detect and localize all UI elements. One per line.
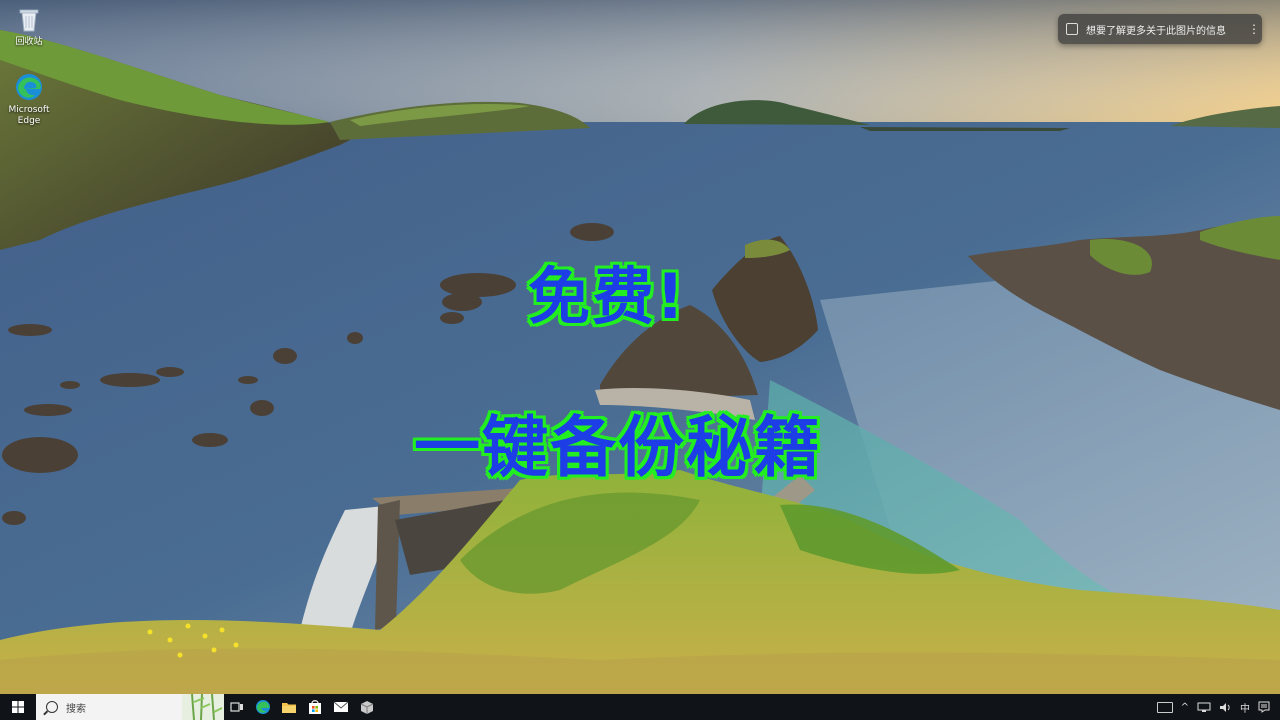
- camera-lens-icon: [1066, 23, 1078, 35]
- file-explorer-icon: [282, 703, 296, 713]
- desktop-icon-label: 回收站: [15, 37, 43, 47]
- desktop-icon-label: Microsoft Edge: [8, 105, 50, 126]
- desktop-icon-edge[interactable]: Microsoft Edge: [6, 72, 52, 127]
- touch-keyboard-button[interactable]: [1156, 701, 1173, 713]
- spotlight-info-popup[interactable]: 想要了解更多关于此图片的信息 ⋮: [1058, 14, 1262, 44]
- input-method-indicator[interactable]: 中: [1240, 700, 1250, 715]
- start-button[interactable]: [0, 694, 36, 720]
- taskbar-package-button[interactable]: [354, 694, 380, 720]
- task-view-icon: [230, 702, 243, 712]
- keyboard-icon: [1156, 701, 1173, 713]
- taskbar-edge-button[interactable]: [250, 694, 276, 720]
- taskbar-store-button[interactable]: [302, 694, 328, 720]
- spotlight-info-text: 想要了解更多关于此图片的信息: [1086, 25, 1226, 37]
- edge-icon: [256, 700, 270, 714]
- notification-center-button[interactable]: [1258, 701, 1270, 713]
- windows-logo-icon: [12, 701, 24, 713]
- desktop-wallpaper: [0, 0, 1280, 694]
- edge-browser-icon: [14, 72, 44, 102]
- search-icon: [46, 701, 58, 713]
- system-tray: ^ 中: [1153, 694, 1280, 720]
- overlay-headline-free: 免费!: [528, 260, 687, 333]
- task-view-button[interactable]: [224, 694, 250, 720]
- taskbar-mail-button[interactable]: [328, 694, 354, 720]
- notification-icon: [1258, 701, 1270, 713]
- taskbar-search-box[interactable]: 搜索: [36, 694, 224, 720]
- taskbar-file-explorer-button[interactable]: [276, 694, 302, 720]
- taskbar: 搜索 ^ 中: [0, 694, 1280, 720]
- more-options-icon[interactable]: ⋮: [1246, 22, 1262, 36]
- mail-icon: [333, 701, 349, 712]
- network-button[interactable]: [1197, 702, 1211, 713]
- overlay-headline-backup: 一键备份秘籍: [414, 409, 822, 486]
- network-icon: [1197, 702, 1211, 712]
- recycle-bin-icon: [14, 4, 44, 34]
- volume-button[interactable]: [1219, 702, 1232, 713]
- bamboo-search-highlight-icon: [182, 694, 224, 720]
- package-icon: [360, 701, 374, 714]
- desktop-icon-recycle-bin[interactable]: 回收站: [6, 4, 52, 48]
- volume-icon: [1220, 702, 1230, 712]
- show-hidden-icons-button[interactable]: ^: [1181, 702, 1189, 713]
- search-placeholder: 搜索: [66, 703, 86, 715]
- microsoft-store-icon: [309, 700, 321, 714]
